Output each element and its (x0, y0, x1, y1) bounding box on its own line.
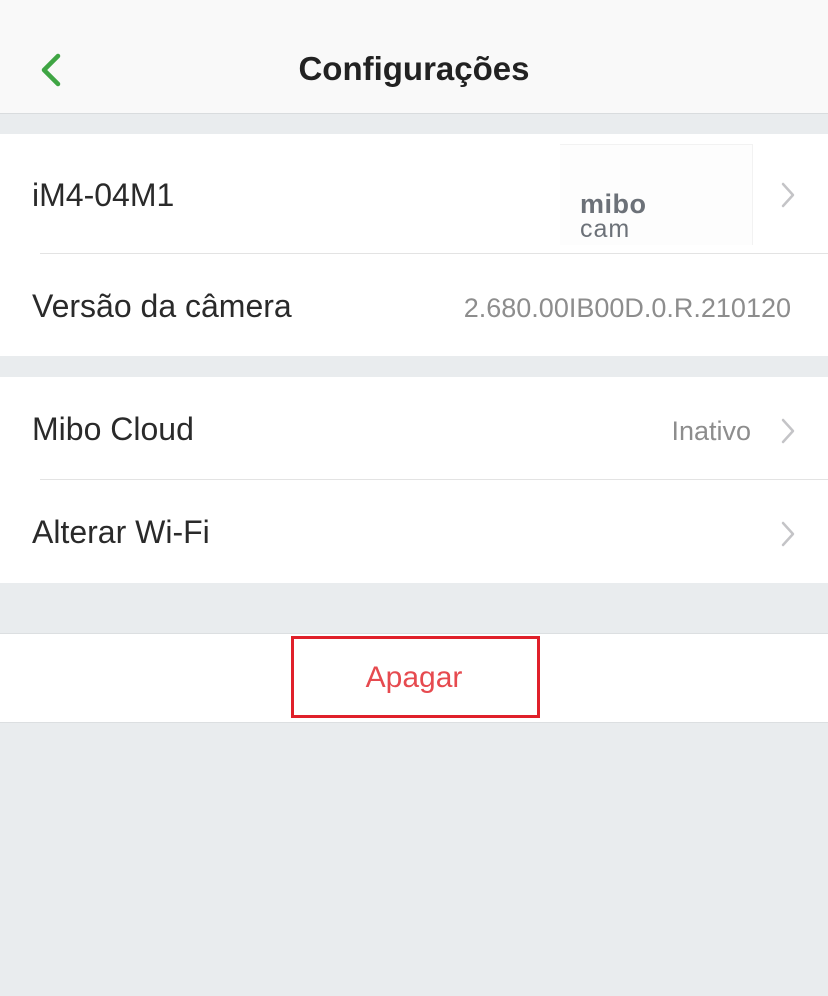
delete-button[interactable]: Apagar (0, 661, 828, 695)
mibo-logo-text: mibo (580, 189, 647, 219)
chevron-right-icon (781, 418, 795, 444)
page-title: Configurações (298, 50, 530, 87)
device-name-label: iM4-04M1 (32, 177, 175, 213)
mibo-cloud-status: Inativo (671, 416, 751, 446)
camera-version-row: Versão da câmera 2.680.00IB00D.0.R.21012… (0, 254, 828, 356)
camera-version-value: 2.680.00IB00D.0.R.210120 (463, 293, 791, 323)
mibo-cloud-label: Mibo Cloud (32, 411, 194, 447)
navigation-bar: Configurações (0, 0, 828, 114)
device-name-row[interactable]: iM4-04M1 mibo cam (0, 134, 828, 253)
change-wifi-row[interactable]: Alterar Wi-Fi (0, 480, 828, 583)
mibo-cloud-row[interactable]: Mibo Cloud Inativo (0, 377, 828, 479)
device-thumbnail: mibo cam (560, 144, 753, 245)
camera-version-label: Versão da câmera (32, 288, 292, 324)
cam-logo-text: cam (580, 215, 631, 243)
delete-section: Apagar (0, 633, 828, 723)
services-group: Mibo Cloud Inativo Alterar Wi-Fi (0, 377, 828, 583)
chevron-right-icon (781, 521, 795, 547)
chevron-right-icon (781, 182, 795, 208)
change-wifi-label: Alterar Wi-Fi (32, 514, 210, 550)
device-group: iM4-04M1 mibo cam Versão da câmera 2.680… (0, 134, 828, 356)
